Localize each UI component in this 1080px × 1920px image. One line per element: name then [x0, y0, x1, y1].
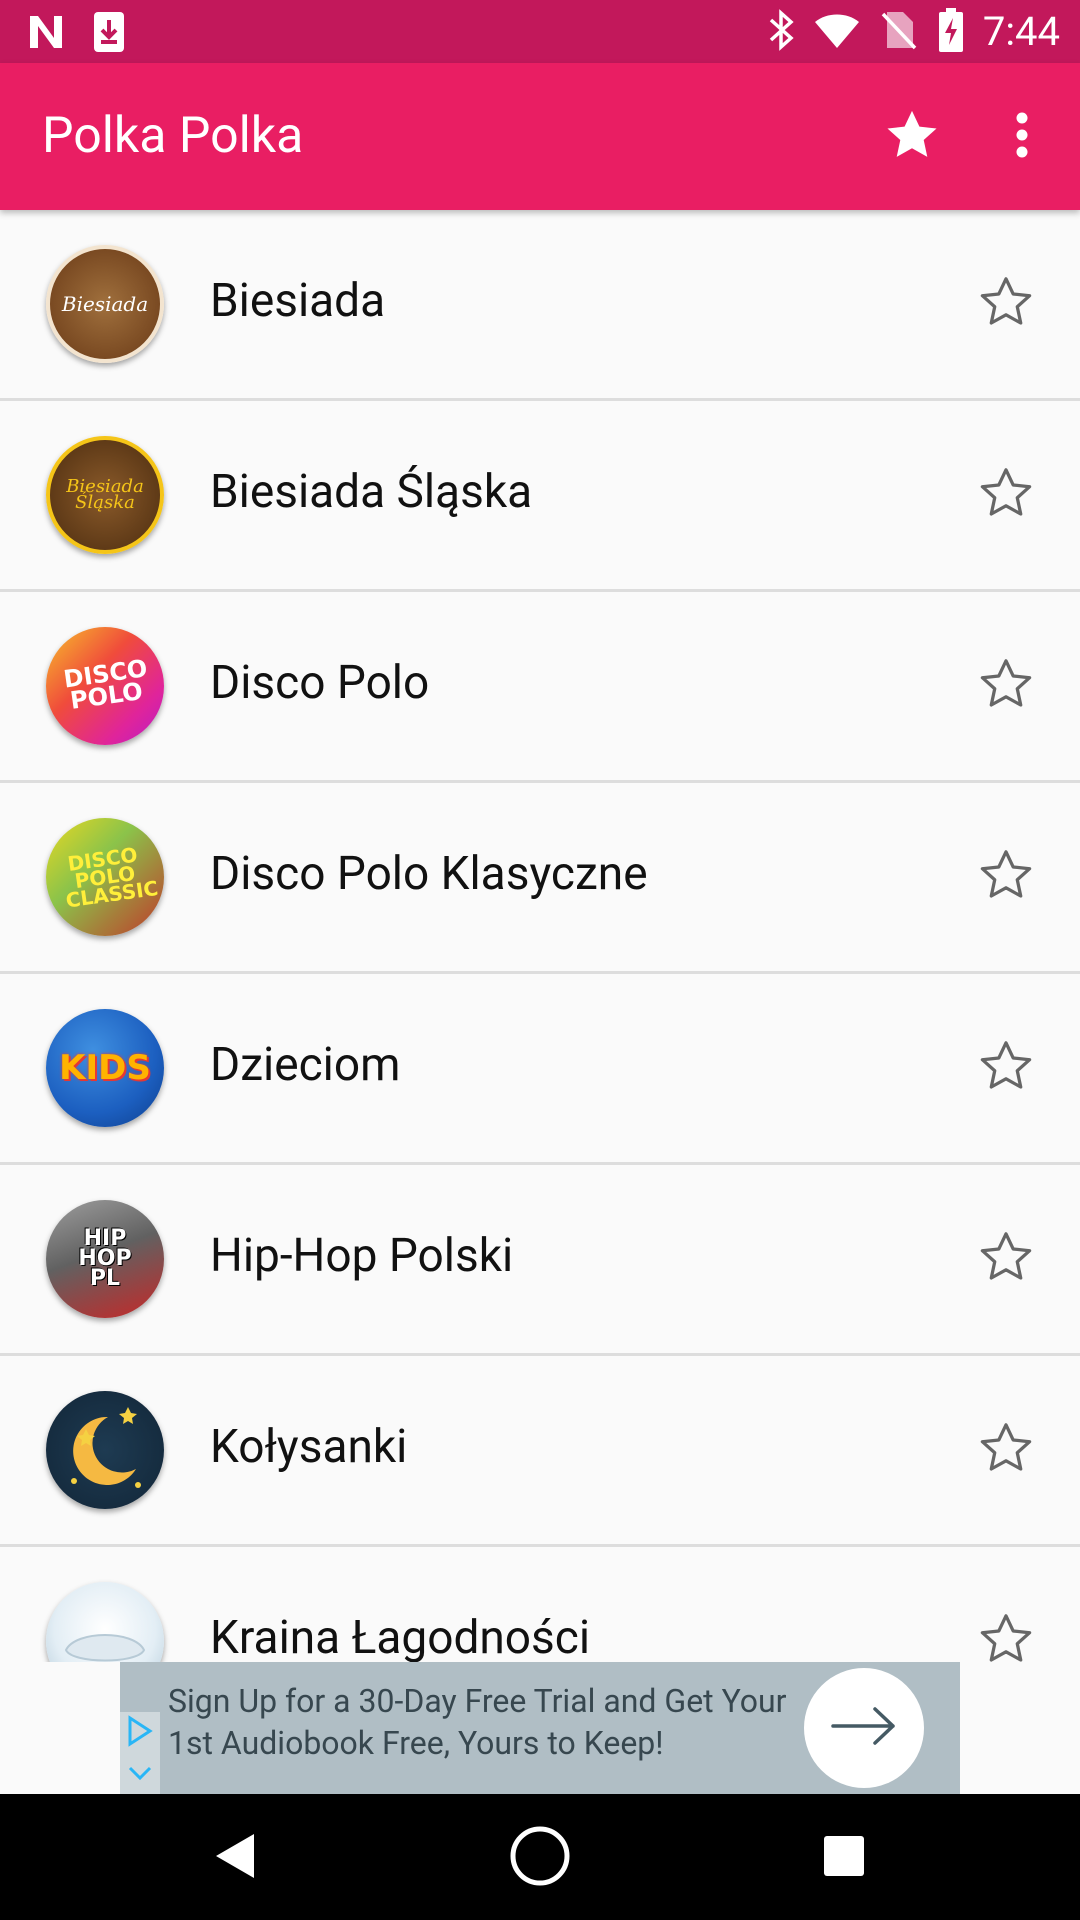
star-outline-icon: [980, 1041, 1032, 1095]
station-logo: DISCO POLO: [46, 627, 164, 745]
download-icon: [92, 10, 126, 58]
navigation-bar: [0, 1794, 1080, 1920]
netflix-icon: [26, 12, 66, 56]
station-logo: [46, 1582, 164, 1662]
favorite-toggle[interactable]: [978, 1040, 1034, 1096]
station-logo-text: HIP HOP PL: [78, 1226, 132, 1291]
station-list: Biesiada Biesiada Biesiada Śląska Biesia…: [0, 210, 1080, 1662]
list-item[interactable]: Kołysanki: [0, 1356, 1080, 1547]
station-logo-text: DISCO POLO CLASSIC: [64, 842, 160, 913]
star-outline-icon: [980, 1423, 1032, 1477]
back-button[interactable]: [196, 1818, 276, 1898]
star-outline-icon: [980, 1614, 1032, 1662]
star-outline-icon: [980, 850, 1032, 904]
favorite-toggle[interactable]: [978, 658, 1034, 714]
recents-button[interactable]: [804, 1818, 884, 1898]
adchoices-badge[interactable]: [120, 1712, 160, 1794]
station-name: Biesiada Śląska: [210, 465, 533, 519]
overflow-menu-button[interactable]: [990, 105, 1054, 169]
station-logo: HIP HOP PL: [46, 1200, 164, 1318]
ad-text: Sign Up for a 30-Day Free Trial and Get …: [168, 1682, 787, 1762]
status-bar: 7:44: [0, 0, 1080, 63]
station-logo: DISCO POLO CLASSIC: [46, 818, 164, 936]
station-logo: [46, 1391, 164, 1509]
app-title: Polka Polka: [42, 107, 304, 165]
star-filled-icon: [885, 109, 939, 165]
back-icon: [214, 1832, 258, 1884]
ad-banner[interactable]: Sign Up for a 30-Day Free Trial and Get …: [120, 1662, 960, 1794]
favorite-toggle[interactable]: [978, 849, 1034, 905]
favorite-toggle[interactable]: [978, 467, 1034, 523]
station-logo: KIDS: [46, 1009, 164, 1127]
wifi-icon: [813, 10, 861, 54]
station-name: Biesiada: [210, 274, 386, 328]
home-icon: [509, 1825, 571, 1891]
station-name: Hip-Hop Polski: [210, 1229, 514, 1283]
station-logo-text: Biesiada Śląska: [66, 475, 144, 513]
ad-cta-button[interactable]: [804, 1668, 924, 1788]
favorite-toggle[interactable]: [978, 1231, 1034, 1287]
station-logo-text: KIDS: [59, 1047, 151, 1088]
list-item[interactable]: KIDS Dzieciom: [0, 974, 1080, 1165]
no-sim-icon: [879, 8, 919, 56]
favorite-toggle[interactable]: [978, 1422, 1034, 1478]
favorites-button[interactable]: [880, 105, 944, 169]
list-item[interactable]: DISCO POLO CLASSIC Disco Polo Klasyczne: [0, 783, 1080, 974]
station-logo: Biesiada: [46, 245, 164, 363]
station-name: Kraina Łagodności: [210, 1611, 591, 1662]
list-item[interactable]: DISCO POLO Disco Polo: [0, 592, 1080, 783]
home-button[interactable]: [500, 1818, 580, 1898]
list-item[interactable]: HIP HOP PL Hip-Hop Polski: [0, 1165, 1080, 1356]
station-logo: Biesiada Śląska: [46, 436, 164, 554]
list-item[interactable]: Kraina Łagodności: [0, 1547, 1080, 1662]
station-name: Disco Polo Klasyczne: [210, 847, 648, 901]
station-logo-text: Biesiada: [61, 292, 149, 316]
moon-icon: [46, 1391, 164, 1509]
favorite-toggle[interactable]: [978, 276, 1034, 332]
favorite-toggle[interactable]: [978, 1613, 1034, 1662]
station-name: Dzieciom: [210, 1038, 401, 1092]
list-item[interactable]: Biesiada Śląska Biesiada Śląska: [0, 401, 1080, 592]
app-bar: Polka Polka: [0, 63, 1080, 210]
bluetooth-icon: [767, 8, 795, 56]
more-vert-icon: [1015, 112, 1029, 162]
station-name: Disco Polo: [210, 656, 430, 710]
recents-icon: [823, 1835, 865, 1881]
station-name: Kołysanki: [210, 1420, 408, 1474]
arrow-right-icon: [831, 1706, 897, 1750]
pillow-icon: [46, 1582, 164, 1662]
star-outline-icon: [980, 468, 1032, 522]
clock: 7:44: [982, 8, 1060, 55]
list-item[interactable]: Biesiada Biesiada: [0, 210, 1080, 401]
star-outline-icon: [980, 1232, 1032, 1286]
star-outline-icon: [980, 277, 1032, 331]
star-outline-icon: [980, 659, 1032, 713]
battery-charging-icon: [937, 7, 965, 57]
station-logo-text: DISCO POLO: [61, 654, 150, 715]
